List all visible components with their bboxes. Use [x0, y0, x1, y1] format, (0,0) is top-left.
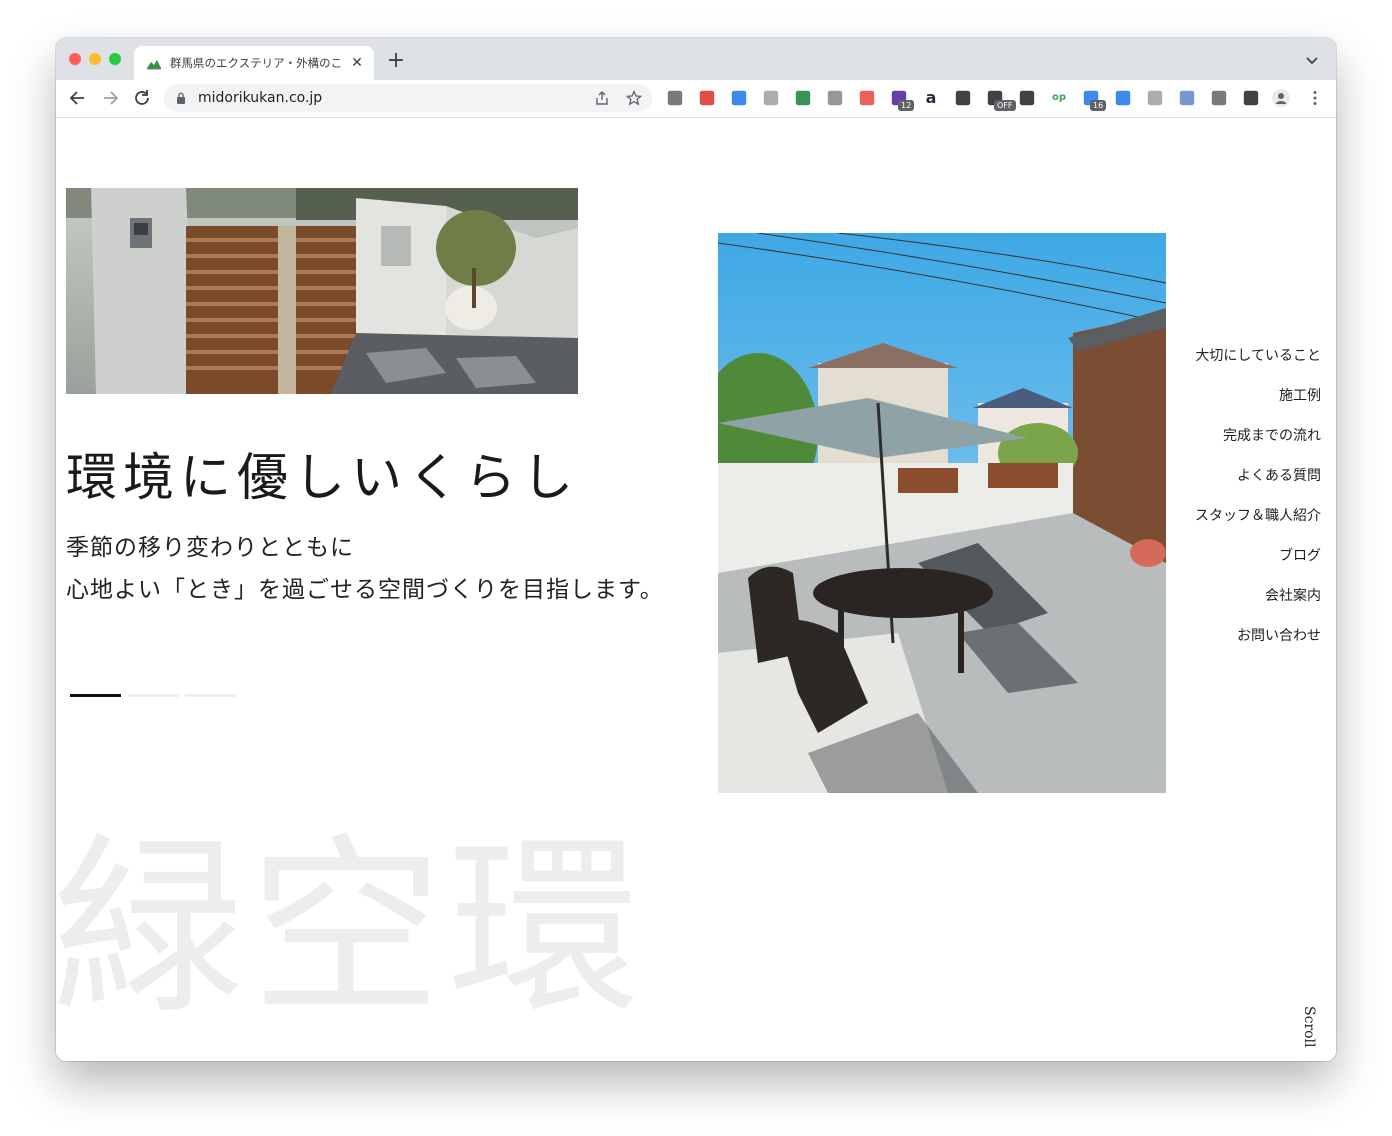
- nav-item-company[interactable]: 会社案内: [1121, 584, 1321, 624]
- hero-headline: 環境に優しいくらし: [66, 449, 580, 508]
- camera-ext-icon[interactable]: [827, 90, 843, 106]
- reload-icon[interactable]: [132, 88, 152, 108]
- sidepanel-icon[interactable]: [1243, 90, 1259, 106]
- hero-subline-1: 季節の移り変わりとともに: [66, 535, 354, 561]
- back-arrow-icon[interactable]: [68, 88, 88, 108]
- site-favicon-icon: [147, 60, 161, 70]
- bookmark-star-icon[interactable]: [626, 90, 642, 106]
- more-options-icon[interactable]: [1306, 89, 1324, 107]
- slide-indicator-1[interactable]: [70, 694, 121, 697]
- chevron-down-icon[interactable]: [1304, 52, 1320, 68]
- tab-close-icon[interactable]: ✕: [348, 54, 366, 72]
- tab-title: 群馬県のエクステリア・外構のこと: [170, 56, 342, 70]
- browser-window: 群馬県のエクステリア・外構のこと ✕ + midorikukan.co.jp 1…: [56, 38, 1336, 1061]
- browser-toolbar: midorikukan.co.jp 12 a OFF op 16: [56, 80, 1336, 118]
- profile-avatar-icon[interactable]: [1272, 89, 1290, 107]
- screenshot-ext-icon[interactable]: [699, 90, 715, 106]
- op-ext-icon[interactable]: op: [1050, 89, 1068, 107]
- hero-photo-gate: [66, 188, 578, 394]
- active-tab[interactable]: 群馬県のエクステリア・外構のこと ✕: [134, 46, 374, 80]
- web-page: 緑空環 環境に優しいくらし 季節の移り変わりとともに 心地よい「とき」を過ごせる…: [56, 118, 1336, 1061]
- scroll-indicator[interactable]: Scroll: [1301, 1006, 1317, 1048]
- main-nav: 大切にしていること 施工例 完成までの流れ よくある質問 スタッフ＆職人紹介 ブ…: [1121, 344, 1321, 664]
- close-window-button[interactable]: [69, 53, 81, 65]
- nav-item-blog[interactable]: ブログ: [1121, 544, 1321, 584]
- hero-subline-2: 心地よい「とき」を過ごせる空間づくりを目指します。: [66, 577, 664, 603]
- minimize-window-button[interactable]: [89, 53, 101, 65]
- slide-indicator-3[interactable]: [185, 694, 236, 697]
- gear-ext-badge: 16: [1090, 100, 1107, 111]
- maximize-window-button[interactable]: [109, 53, 121, 65]
- wordpress-ext-icon[interactable]: [1019, 90, 1035, 106]
- hero-photo-garden: [718, 233, 1166, 793]
- lock-icon[interactable]: [176, 92, 186, 104]
- brand-watermark: 緑空環: [56, 818, 646, 1041]
- nav-item-faq[interactable]: よくある質問: [1121, 464, 1321, 504]
- history-ext-icon[interactable]: [1115, 90, 1131, 106]
- nav-item-staff[interactable]: スタッフ＆職人紹介: [1121, 504, 1321, 544]
- color-wheel-ext-icon[interactable]: [859, 90, 875, 106]
- speedometer-ext-badge: OFF: [994, 100, 1016, 111]
- tab-ext-icon[interactable]: [731, 90, 747, 106]
- code-ext-icon[interactable]: [763, 90, 779, 106]
- address-bar[interactable]: midorikukan.co.jp: [164, 84, 652, 112]
- nav-item-contact[interactable]: お問い合わせ: [1121, 624, 1321, 664]
- robot-ext-icon[interactable]: [795, 90, 811, 106]
- graduation-cap-ext-badge: 12: [898, 100, 915, 111]
- new-tab-button[interactable]: +: [384, 50, 408, 74]
- qr-code-ext-icon[interactable]: [955, 90, 971, 106]
- vue-ext-icon[interactable]: [1147, 90, 1163, 106]
- nav-item-values[interactable]: 大切にしていること: [1121, 344, 1321, 384]
- recycle-ext-icon[interactable]: [667, 90, 683, 106]
- slide-indicator-2[interactable]: [128, 694, 179, 697]
- tab-strip: 群馬県のエクステリア・外構のこと ✕ +: [56, 38, 1336, 80]
- url-text[interactable]: midorikukan.co.jp: [198, 90, 322, 106]
- puzzle-icon[interactable]: [1211, 90, 1227, 106]
- forward-arrow-icon[interactable]: [100, 88, 120, 108]
- nav-item-works[interactable]: 施工例: [1121, 384, 1321, 424]
- link-ext-icon[interactable]: [1179, 90, 1195, 106]
- nav-item-flow[interactable]: 完成までの流れ: [1121, 424, 1321, 464]
- amazon-ext-icon[interactable]: a: [922, 89, 940, 107]
- share-icon[interactable]: [594, 90, 610, 106]
